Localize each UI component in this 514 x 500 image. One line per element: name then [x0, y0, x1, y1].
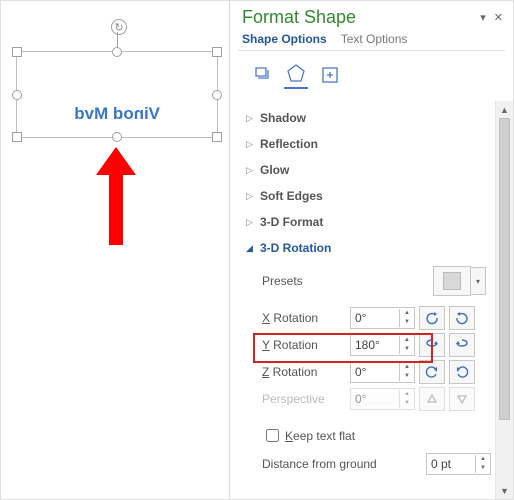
- spin-down-icon[interactable]: ▼: [400, 318, 414, 327]
- resize-handle-t[interactable]: [112, 47, 122, 57]
- effects-icon[interactable]: [284, 61, 308, 89]
- spin-up-icon[interactable]: ▲: [476, 455, 490, 464]
- perspective-label: Perspective: [262, 392, 350, 406]
- panel-move-icon[interactable]: ▾: [480, 11, 486, 24]
- resize-handle-b[interactable]: [112, 132, 122, 142]
- tab-text-options[interactable]: Text Options: [341, 32, 408, 50]
- panel-title: Format Shape: [242, 7, 356, 28]
- spin-down-icon[interactable]: ▼: [400, 345, 414, 354]
- tab-shape-options[interactable]: Shape Options: [242, 32, 327, 50]
- distance-label: Distance from ground: [262, 457, 426, 471]
- presets-dropdown-icon[interactable]: ▾: [471, 267, 486, 295]
- resize-handle-r[interactable]: [212, 90, 222, 100]
- spin-down-icon[interactable]: ▼: [400, 372, 414, 381]
- resize-handle-br[interactable]: [212, 132, 222, 142]
- rotation-handle[interactable]: ↻: [111, 19, 127, 35]
- format-shape-panel: Format Shape ▾ ✕ Shape Options Text Opti…: [229, 1, 513, 499]
- perspective-down-button: [449, 387, 475, 411]
- z-rotate-ccw-button[interactable]: [419, 360, 445, 384]
- section-glow[interactable]: ▷Glow: [244, 157, 491, 183]
- annotation-arrow: [96, 147, 136, 245]
- preset-preview-icon: [443, 272, 461, 290]
- x-rotation-label: X X RotationRotation: [262, 311, 350, 325]
- spin-down-icon[interactable]: ▼: [476, 464, 490, 473]
- section-soft-edges[interactable]: ▷Soft Edges: [244, 183, 491, 209]
- section-reflection[interactable]: ▷Reflection: [244, 131, 491, 157]
- perspective-input: ▲▼: [350, 388, 415, 410]
- section-3d-format[interactable]: ▷3-D Format: [244, 209, 491, 235]
- presets-button[interactable]: ▾: [433, 266, 471, 296]
- keep-text-flat-checkbox[interactable]: Keep text flat Keep text flat: [244, 422, 491, 449]
- spin-up-icon[interactable]: ▲: [400, 336, 414, 345]
- scroll-down-icon[interactable]: ▼: [496, 482, 513, 499]
- resize-handle-l[interactable]: [12, 90, 22, 100]
- perspective-up-button: [419, 387, 445, 411]
- z-rotation-label: Z Rotation: [262, 365, 350, 379]
- y-rotate-right-button[interactable]: [449, 333, 475, 357]
- y-rotation-input[interactable]: ▲▼: [350, 334, 415, 356]
- section-3d-rotation[interactable]: ◢3-D Rotation: [244, 235, 491, 261]
- spin-up-icon[interactable]: ▲: [400, 309, 414, 318]
- panel-close-icon[interactable]: ✕: [494, 11, 503, 24]
- spin-up-icon[interactable]: ▲: [400, 363, 414, 372]
- x-rotate-right-button[interactable]: [449, 306, 475, 330]
- resize-handle-tr[interactable]: [212, 47, 222, 57]
- panel-scrollbar[interactable]: ▲ ▼: [495, 101, 513, 499]
- size-properties-icon[interactable]: [318, 63, 342, 87]
- scroll-thumb[interactable]: [499, 118, 510, 420]
- scroll-up-icon[interactable]: ▲: [496, 101, 513, 118]
- fill-line-icon[interactable]: [250, 63, 274, 87]
- presets-label: Presets: [262, 274, 350, 288]
- selected-text-box[interactable]: ↻ Vinod Mvd: [16, 51, 218, 138]
- z-rotation-input[interactable]: ▲▼: [350, 361, 415, 383]
- resize-handle-tl[interactable]: [12, 47, 22, 57]
- z-rotate-cw-button[interactable]: [449, 360, 475, 384]
- y-rotate-left-button[interactable]: [419, 333, 445, 357]
- document-canvas[interactable]: ↻ Vinod Mvd: [1, 1, 228, 500]
- resize-handle-bl[interactable]: [12, 132, 22, 142]
- y-rotation-label: Y Rotation: [262, 338, 350, 352]
- x-rotate-left-button[interactable]: [419, 306, 445, 330]
- distance-input[interactable]: ▲▼: [426, 453, 491, 475]
- mirrored-text[interactable]: Vinod Mvd: [17, 104, 217, 124]
- section-shadow[interactable]: ▷Shadow: [244, 105, 491, 131]
- x-rotation-input[interactable]: ▲▼: [350, 307, 415, 329]
